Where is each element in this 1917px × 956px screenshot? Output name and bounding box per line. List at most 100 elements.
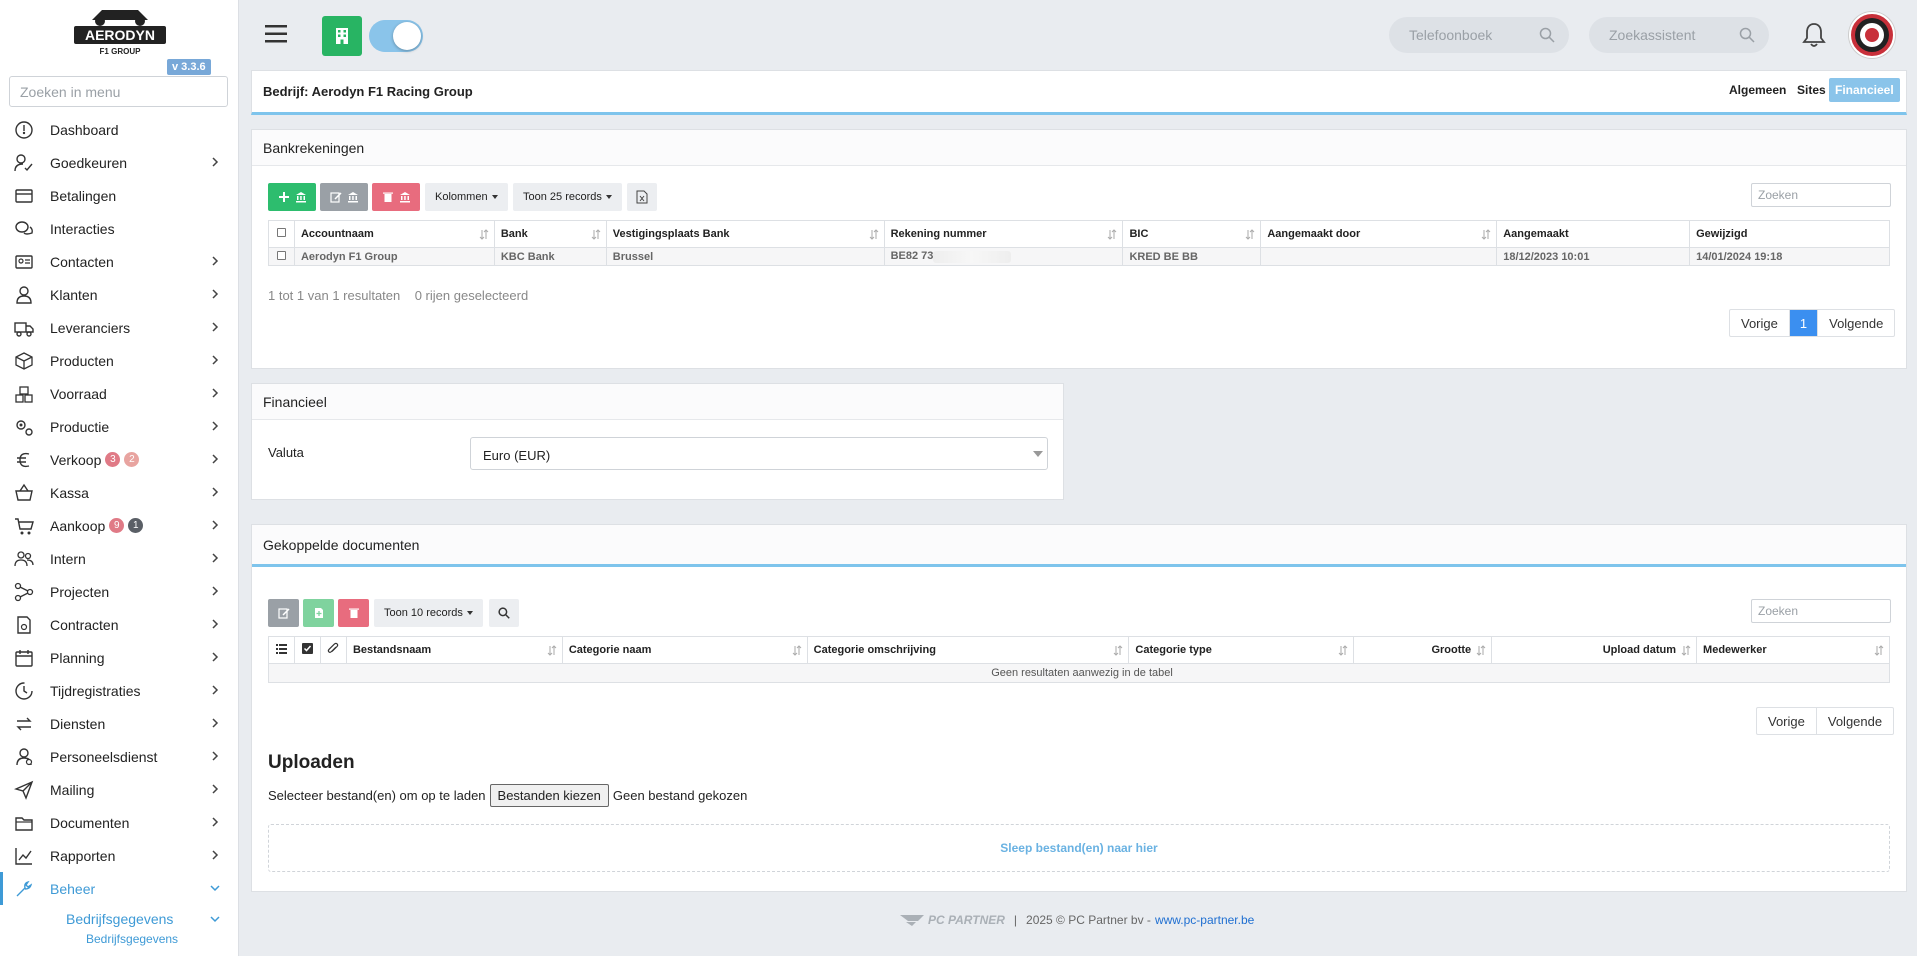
dropzone[interactable]: Sleep bestand(en) naar hier [268, 824, 1890, 872]
sidebar-subitem-bedrijfsgegevens[interactable]: Bedrijfsgegevens [0, 905, 238, 932]
show-records-dropdown[interactable]: Toon 25 records [513, 183, 622, 211]
col-categorie-naam[interactable]: Categorie naam [561, 636, 808, 664]
col-grootte[interactable]: Grootte [1353, 636, 1493, 664]
col-medewerker[interactable]: Medewerker [1696, 636, 1890, 664]
table-row[interactable]: Aerodyn F1 Group KBC Bank Brussel BE82 7… [268, 247, 1890, 266]
selected-count: 0 rijen geselecteerd [414, 288, 529, 303]
sidebar-item-beheer[interactable]: Beheer [0, 872, 238, 905]
sort-icon [1338, 645, 1348, 656]
sidebar-item-intern[interactable]: Intern [0, 542, 238, 575]
currency-select[interactable]: Euro (EUR) [470, 437, 1048, 470]
col-aangemaakt-door[interactable]: Aangemaakt door [1260, 220, 1498, 248]
next-button[interactable]: Volgende [1817, 708, 1893, 734]
show-records-label: Toon 10 records [384, 607, 463, 619]
checkbox[interactable] [276, 228, 286, 237]
assistant-search[interactable]: Zoekassistent [1589, 17, 1769, 53]
col-bestandsnaam[interactable]: Bestandsnaam [345, 636, 563, 664]
financial-card: Financieel Valuta Euro (EUR) [251, 383, 1064, 500]
list-header[interactable] [268, 636, 295, 664]
count-badge: 1 [128, 518, 144, 533]
select-all-header[interactable] [268, 220, 295, 248]
add-document-button[interactable] [303, 599, 334, 627]
sort-icon [479, 229, 489, 240]
sidebar-item-planning[interactable]: Planning [0, 641, 238, 674]
header-label: Accountnaam [300, 228, 374, 240]
choose-files-button[interactable]: Bestanden kiezen [489, 783, 609, 807]
next-button[interactable]: Volgende [1818, 310, 1894, 336]
sidebar-subsubitem-bedrijfsgegevens[interactable]: Bedrijfsgegevens [0, 932, 238, 952]
checkbox[interactable] [276, 250, 286, 260]
delete-bank-button[interactable] [372, 183, 420, 211]
chevron-right-icon [212, 751, 219, 761]
sort-icon [1681, 645, 1691, 656]
edit-document-button[interactable] [268, 599, 299, 627]
bank-search-input[interactable] [1751, 183, 1891, 207]
page-1-button[interactable]: 1 [1789, 310, 1819, 336]
col-rekening-nummer[interactable]: Rekening nummer [883, 220, 1124, 248]
excel-file-icon [636, 190, 648, 204]
bell-icon[interactable] [1802, 22, 1826, 48]
hamburger-icon[interactable] [265, 24, 287, 44]
tab-sites[interactable]: Sites [1797, 83, 1826, 97]
sidebar-item-documenten[interactable]: Documenten [0, 806, 238, 839]
delete-document-button[interactable] [338, 599, 369, 627]
phonebook-search[interactable]: Telefoonboek [1389, 17, 1569, 53]
col-categorie-type[interactable]: Categorie type [1128, 636, 1355, 664]
sidebar-item-projecten[interactable]: Projecten [0, 575, 238, 608]
sidebar-item-contracten[interactable]: Contracten [0, 608, 238, 641]
approve-icon [14, 153, 33, 171]
user-avatar[interactable] [1849, 12, 1895, 58]
sidebar-item-klanten[interactable]: Klanten [0, 278, 238, 311]
sidebar-item-leveranciers[interactable]: Leveranciers [0, 311, 238, 344]
sidebar-item-diensten[interactable]: Diensten [0, 707, 238, 740]
dropzone-text: Sleep bestand(en) naar hier [1000, 841, 1158, 855]
aerodyn-logo[interactable]: AERODYN F1 GROUP [72, 4, 168, 56]
row-checkbox-cell[interactable] [268, 247, 295, 266]
sidebar-item-rapporten[interactable]: Rapporten [0, 839, 238, 872]
sidebar-item-tijdregistraties[interactable]: Tijdregistraties [0, 674, 238, 707]
footer-link[interactable]: www.pc-partner.be [1155, 913, 1254, 927]
sidebar-item-producten[interactable]: Producten [0, 344, 238, 377]
col-gewijzigd[interactable]: Gewijzigd [1689, 220, 1890, 248]
sidebar-item-kassa[interactable]: Kassa [0, 476, 238, 509]
col-upload-datum[interactable]: Upload datum [1491, 636, 1698, 664]
sidebar-item-aankoop[interactable]: Aankoop 9 1 [0, 509, 238, 542]
add-bank-button[interactable] [268, 183, 316, 211]
header-label: Categorie omschrijving [813, 644, 936, 656]
sidebar-item-label: Intern [50, 550, 86, 567]
col-bic[interactable]: BIC [1122, 220, 1262, 248]
doc-search-input[interactable] [1751, 599, 1891, 623]
col-accountnaam[interactable]: Accountnaam [293, 220, 495, 248]
sidebar-item-voorraad[interactable]: Voorraad [0, 377, 238, 410]
columns-dropdown[interactable]: Kolommen [425, 183, 508, 211]
sidebar-item-interacties[interactable]: Interacties [0, 212, 238, 245]
chevron-right-icon [212, 256, 219, 266]
col-aangemaakt[interactable]: Aangemaakt [1496, 220, 1691, 248]
mode-toggle[interactable] [369, 20, 423, 52]
sort-icon [1874, 645, 1884, 656]
menu-search-input[interactable] [9, 76, 228, 107]
sidebar-item-contacten[interactable]: Contacten [0, 245, 238, 278]
sidebar-item-goedkeuren[interactable]: Goedkeuren [0, 146, 238, 179]
col-categorie-omschrijving[interactable]: Categorie omschrijving [806, 636, 1130, 664]
export-excel-button[interactable] [627, 183, 657, 211]
sidebar-item-mailing[interactable]: Mailing [0, 773, 238, 806]
sidebar-item-dashboard[interactable]: Dashboard [0, 113, 238, 146]
sidebar-item-verkoop[interactable]: Verkoop 3 2 [0, 443, 238, 476]
attachment-header[interactable] [319, 636, 347, 664]
col-bank[interactable]: Bank [493, 220, 607, 248]
tab-financieel[interactable]: Financieel [1829, 78, 1900, 102]
prev-button[interactable]: Vorige [1757, 708, 1817, 734]
prev-button[interactable]: Vorige [1730, 310, 1790, 336]
company-button[interactable] [322, 16, 362, 56]
doc-search-button[interactable] [489, 599, 519, 627]
check-header[interactable] [293, 636, 321, 664]
empty-message: Geen resultaten aanwezig in de tabel [268, 663, 1890, 683]
sidebar-item-productie[interactable]: Productie [0, 410, 238, 443]
sidebar-item-betalingen[interactable]: Betalingen [0, 179, 238, 212]
tab-algemeen[interactable]: Algemeen [1729, 83, 1786, 97]
edit-bank-button[interactable] [320, 183, 368, 211]
col-vestigingsplaats[interactable]: Vestigingsplaats Bank [605, 220, 885, 248]
show-doc-records-dropdown[interactable]: Toon 10 records [374, 599, 483, 627]
sidebar-item-personeelsdienst[interactable]: Personeelsdienst [0, 740, 238, 773]
